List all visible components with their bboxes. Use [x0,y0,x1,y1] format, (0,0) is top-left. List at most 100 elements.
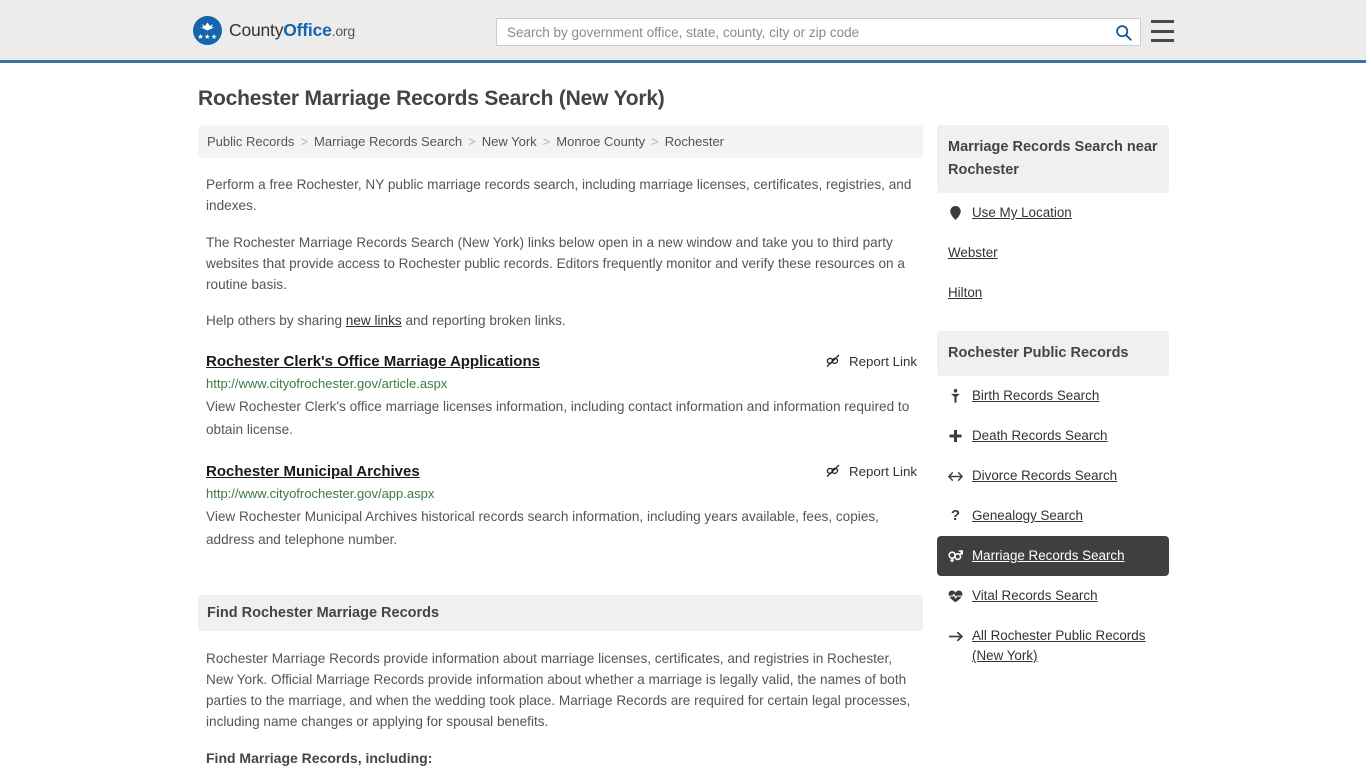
list-item: Webster [937,233,1169,273]
breadcrumb-separator: > [300,134,308,149]
search-input[interactable] [497,19,1106,45]
list-item: Use My Location [937,193,1169,233]
brand-office-text: Office [283,20,331,40]
report-link-label: Report Link [849,354,917,369]
list-item: Death Records Search [937,416,1169,456]
breadcrumb-item-new-york[interactable]: New York [482,134,537,149]
listing-title-link[interactable]: Rochester Clerk's Office Marriage Applic… [206,352,540,372]
site-header: ★★★ CountyOffice.org [0,0,1366,63]
list-item: Divorce Records Search [937,456,1169,496]
arrow-right-icon [948,626,963,646]
hamburger-bar-3 [1151,39,1174,42]
breadcrumb-item-rochester: Rochester [665,134,724,149]
site-logo-link[interactable]: ★★★ CountyOffice.org [193,16,355,45]
sidebar-item-marriage-records-search[interactable]: Marriage Records Search [937,536,1169,576]
sidebar-records-heading: Rochester Public Records [948,342,1158,365]
sidebar-item-label: Vital Records Search [972,586,1098,606]
hamburger-bar-2 [1151,30,1174,33]
intro-paragraph-1: Perform a free Rochester, NY public marr… [198,174,923,216]
list-item: Vital Records Search [937,576,1169,616]
listing-url: http://www.cityofrochester.gov/app.aspx [206,485,917,503]
intro-p3-after: and reporting broken links. [402,313,566,328]
find-records-subheading: Find Marriage Records, including: [206,750,917,766]
report-link-label: Report Link [849,464,917,479]
list-item: ? Genealogy Search [937,496,1169,536]
listing-title-link[interactable]: Rochester Municipal Archives [206,462,420,482]
sidebar-item-label: Hilton [948,283,982,303]
sidebar-item-label: Death Records Search [972,426,1107,446]
sidebar-item-all-rochester-public-records[interactable]: All Rochester Public Records (New York) [937,616,1169,676]
list-item: Birth Records Search [937,376,1169,416]
breadcrumb-item-public-records[interactable]: Public Records [207,134,294,149]
eagle-shield-logo-icon: ★★★ [193,16,222,45]
sidebar-item-label: All Rochester Public Records (New York) [972,626,1159,666]
listing-description: View Rochester Municipal Archives histor… [206,505,917,551]
breadcrumb-separator: > [543,134,551,149]
breadcrumb-separator: > [651,134,659,149]
report-link-button[interactable]: Report Link [825,463,917,479]
arrows-left-right-icon [948,466,963,486]
map-pin-icon [948,203,963,223]
sidebar-card-near-rochester: Marriage Records Search near Rochester U… [937,125,1169,313]
sidebar-near-list: Use My Location Webster Hilton [937,193,1169,313]
result-listing: Rochester Municipal Archives Report Link… [198,462,923,551]
broken-link-icon [825,463,841,479]
intro-p3-before: Help others by sharing [206,313,346,328]
result-listing: Rochester Clerk's Office Marriage Applic… [198,352,923,441]
list-item: Marriage Records Search [937,536,1169,576]
venus-mars-icon [948,546,963,566]
hamburger-menu-icon[interactable] [1151,20,1174,42]
listing-header: Rochester Clerk's Office Marriage Applic… [206,352,917,372]
sidebar-item-label: Birth Records Search [972,386,1099,406]
listing-url: http://www.cityofrochester.gov/article.a… [206,375,917,393]
brand-county-text: County [229,20,283,40]
breadcrumb-item-monroe-county[interactable]: Monroe County [556,134,645,149]
logo-stars-icon: ★★★ [193,34,222,41]
sidebar-item-genealogy-search[interactable]: ? Genealogy Search [937,496,1169,536]
page-container: Rochester Marriage Records Search (New Y… [0,63,1366,768]
sidebar-near-heading-bar: Marriage Records Search near Rochester [937,125,1169,193]
report-link-button[interactable]: Report Link [825,353,917,369]
cross-icon [948,426,963,446]
brand-org-text: .org [332,23,355,39]
intro-text: Perform a free Rochester, NY public marr… [198,174,923,331]
list-item: Hilton [937,273,1169,313]
brand-wordmark: CountyOffice.org [229,20,355,41]
sidebar-item-use-my-location[interactable]: Use My Location [937,193,1169,233]
sidebar-item-hilton[interactable]: Hilton [937,273,1169,313]
sidebar-item-label: Use My Location [972,203,1072,223]
find-records-heading: Find Rochester Marriage Records [207,605,439,621]
sidebar-records-list: Birth Records Search Death Records [937,376,1169,676]
find-records-section-header: Find Rochester Marriage Records [198,595,923,631]
sidebar-item-birth-records-search[interactable]: Birth Records Search [937,376,1169,416]
listing-header: Rochester Municipal Archives Report Link [206,462,917,482]
sidebar-records-heading-bar: Rochester Public Records [937,331,1169,376]
heartbeat-icon [948,586,963,606]
listing-description: View Rochester Clerk's office marriage l… [206,395,917,441]
new-links-link[interactable]: new links [346,313,402,328]
sidebar-item-webster[interactable]: Webster [937,233,1169,273]
sidebar-item-label: Webster [948,243,998,263]
search-bar[interactable] [496,18,1141,46]
breadcrumb: Public Records > Marriage Records Search… [198,125,923,158]
find-records-paragraph: Rochester Marriage Records provide infor… [206,648,917,732]
page-title: Rochester Marriage Records Search (New Y… [0,63,1366,125]
sidebar-item-label: Genealogy Search [972,506,1083,526]
breadcrumb-item-marriage-records-search[interactable]: Marriage Records Search [314,134,462,149]
sidebar-item-label: Divorce Records Search [972,466,1117,486]
intro-paragraph-3: Help others by sharing new links and rep… [198,310,923,331]
sidebar-near-heading: Marriage Records Search near Rochester [948,136,1158,182]
question-mark-icon: ? [948,506,963,526]
search-icon [1115,24,1132,41]
content-columns: Public Records > Marriage Records Search… [0,125,1366,768]
sidebar-item-death-records-search[interactable]: Death Records Search [937,416,1169,456]
sidebar-item-vital-records-search[interactable]: Vital Records Search [937,576,1169,616]
list-item: All Rochester Public Records (New York) [937,616,1169,676]
hamburger-bar-1 [1151,20,1174,23]
sidebar-item-label: Marriage Records Search [972,546,1125,566]
sidebar-card-public-records: Rochester Public Records Birth Records S… [937,331,1169,676]
baby-icon [948,386,963,406]
search-button[interactable] [1106,19,1140,45]
sidebar-item-divorce-records-search[interactable]: Divorce Records Search [937,456,1169,496]
broken-link-icon [825,353,841,369]
